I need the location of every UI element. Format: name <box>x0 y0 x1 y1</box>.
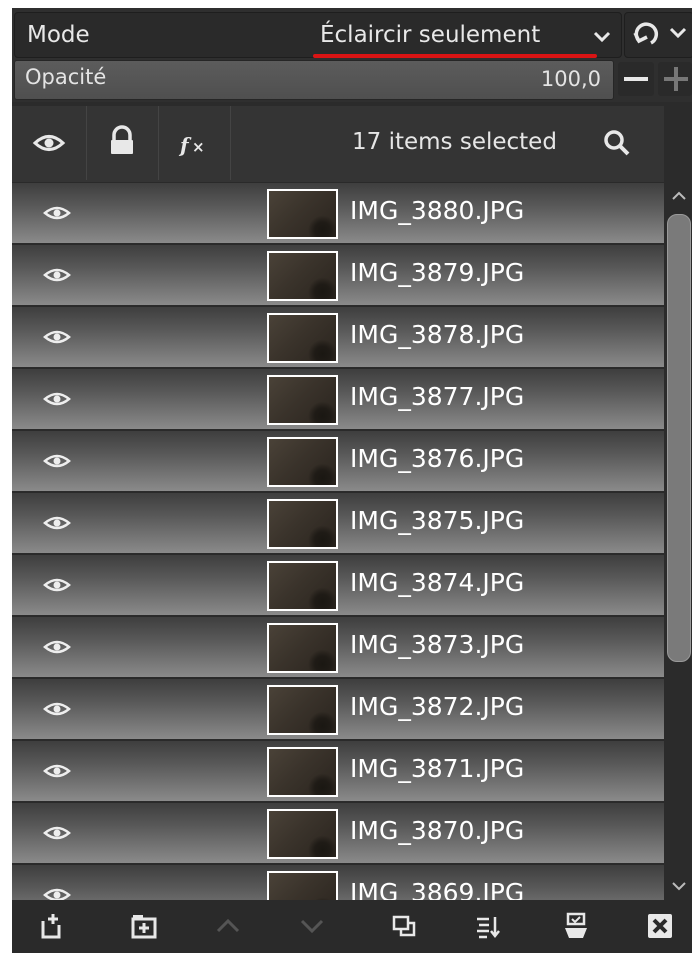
layer-name[interactable]: IMG_3878.JPG <box>350 320 524 349</box>
layer-row[interactable]: IMG_3870.JPG <box>12 802 664 863</box>
layers-panel: Mode Éclaircir seulement Opacité 100,0 f… <box>12 8 692 953</box>
layers-toolbar <box>12 900 692 953</box>
eye-icon[interactable] <box>42 574 72 596</box>
eye-icon[interactable] <box>42 450 72 472</box>
eye-icon[interactable] <box>42 822 72 844</box>
layer-row[interactable]: IMG_3873.JPG <box>12 616 664 677</box>
delete-layer-button[interactable] <box>640 906 680 946</box>
duplicate-layer-button[interactable] <box>384 906 424 946</box>
mode-row: Mode Éclaircir seulement <box>12 8 692 58</box>
layer-row[interactable]: IMG_3874.JPG <box>12 554 664 615</box>
layer-row[interactable]: IMG_3871.JPG <box>12 740 664 801</box>
raise-layer-icon <box>216 918 240 933</box>
mode-value: Éclaircir seulement <box>320 22 541 48</box>
layers-list-header: f × 17 items selected <box>12 106 664 182</box>
layer-row[interactable]: IMG_3878.JPG <box>12 306 664 367</box>
layer-name[interactable]: IMG_3870.JPG <box>350 816 524 845</box>
eye-icon[interactable] <box>42 326 72 348</box>
delete-layer-icon <box>648 914 672 938</box>
layers-list: IMG_3880.JPG IMG_3879.JPG IMG_3878.JPG IMG_… <box>12 182 664 900</box>
layer-thumbnail[interactable] <box>267 499 338 549</box>
layer-name[interactable]: IMG_3874.JPG <box>350 568 524 597</box>
layer-name[interactable]: IMG_3869.JPG <box>350 878 524 900</box>
layer-row[interactable]: IMG_3869.JPG <box>12 864 664 900</box>
layer-name[interactable]: IMG_3880.JPG <box>350 196 524 225</box>
lock-column-header[interactable] <box>86 106 159 180</box>
anchor-layer-icon <box>565 912 587 938</box>
fx-icon: f × <box>178 133 205 157</box>
reset-icon <box>633 22 687 45</box>
opacity-label: Opacité <box>25 65 107 89</box>
layer-name[interactable]: IMG_3879.JPG <box>350 258 524 287</box>
scrollbar-thumb[interactable] <box>667 214 691 662</box>
raise-layer-button[interactable] <box>208 906 248 946</box>
layer-row[interactable]: IMG_3875.JPG <box>12 492 664 553</box>
lock-icon <box>111 125 133 154</box>
eye-icon[interactable] <box>42 512 72 534</box>
eye-icon[interactable] <box>42 388 72 410</box>
layer-thumbnail[interactable] <box>267 747 338 797</box>
layer-row[interactable]: IMG_3877.JPG <box>12 368 664 429</box>
eye-icon[interactable] <box>42 884 72 900</box>
layer-name[interactable]: IMG_3877.JPG <box>350 382 524 411</box>
layer-thumbnail[interactable] <box>267 189 338 239</box>
opacity-increase-button[interactable] <box>658 62 692 96</box>
layer-name[interactable]: IMG_3872.JPG <box>350 692 524 721</box>
lower-layer-icon <box>300 919 324 934</box>
layer-thumbnail[interactable] <box>267 251 338 301</box>
minus-icon <box>624 77 648 81</box>
eye-icon[interactable] <box>42 264 72 286</box>
layer-thumbnail[interactable] <box>267 437 338 487</box>
new-layer-group-icon <box>131 915 157 939</box>
selected-count: 17 items selected <box>352 129 557 155</box>
layer-thumbnail[interactable] <box>267 313 338 363</box>
plus-icon <box>664 67 688 91</box>
mode-dropdown[interactable]: Mode Éclaircir seulement <box>14 12 622 58</box>
merge-down-icon <box>477 917 500 939</box>
opacity-value: 100,0 <box>540 67 601 91</box>
mode-label: Mode <box>27 22 90 48</box>
chevron-down-icon <box>593 31 611 43</box>
layer-thumbnail[interactable] <box>267 871 338 900</box>
opacity-row: Opacité 100,0 <box>12 58 692 102</box>
opacity-slider[interactable]: Opacité 100,0 <box>14 60 614 100</box>
reset-mode-button[interactable] <box>624 12 692 58</box>
layer-name[interactable]: IMG_3873.JPG <box>350 630 524 659</box>
layer-row[interactable]: IMG_3879.JPG <box>12 244 664 305</box>
anchor-layer-button[interactable] <box>556 906 596 946</box>
layer-thumbnail[interactable] <box>267 623 338 673</box>
new-layer-icon <box>41 914 61 939</box>
new-layer-group-button[interactable] <box>124 906 164 946</box>
layer-row[interactable]: IMG_3876.JPG <box>12 430 664 491</box>
eye-icon[interactable] <box>42 698 72 720</box>
fx-column-header[interactable]: f × <box>158 106 231 180</box>
lower-layer-button[interactable] <box>292 906 332 946</box>
scroll-down-arrow-icon[interactable] <box>672 882 686 892</box>
svg-text:f: f <box>178 133 192 157</box>
visibility-column-header[interactable] <box>12 106 87 180</box>
search-icon[interactable] <box>600 126 634 160</box>
eye-icon[interactable] <box>42 636 72 658</box>
layer-row[interactable]: IMG_3880.JPG <box>12 182 664 243</box>
layer-thumbnail[interactable] <box>267 809 338 859</box>
opacity-decrease-button[interactable] <box>618 62 654 96</box>
eye-icon <box>32 135 66 151</box>
layer-name[interactable]: IMG_3876.JPG <box>350 444 524 473</box>
vertical-scrollbar[interactable] <box>664 182 692 900</box>
layer-name[interactable]: IMG_3871.JPG <box>350 754 524 783</box>
svg-text:×: × <box>192 138 205 156</box>
duplicate-layer-icon <box>392 915 416 937</box>
layer-thumbnail[interactable] <box>267 561 338 611</box>
new-layer-button[interactable] <box>32 906 72 946</box>
layer-name[interactable]: IMG_3875.JPG <box>350 506 524 535</box>
scroll-up-arrow-icon[interactable] <box>672 190 686 200</box>
eye-icon[interactable] <box>42 202 72 224</box>
layer-row[interactable]: IMG_3872.JPG <box>12 678 664 739</box>
eye-icon[interactable] <box>42 760 72 782</box>
layer-thumbnail[interactable] <box>267 685 338 735</box>
merge-down-button[interactable] <box>468 906 508 946</box>
layer-thumbnail[interactable] <box>267 375 338 425</box>
